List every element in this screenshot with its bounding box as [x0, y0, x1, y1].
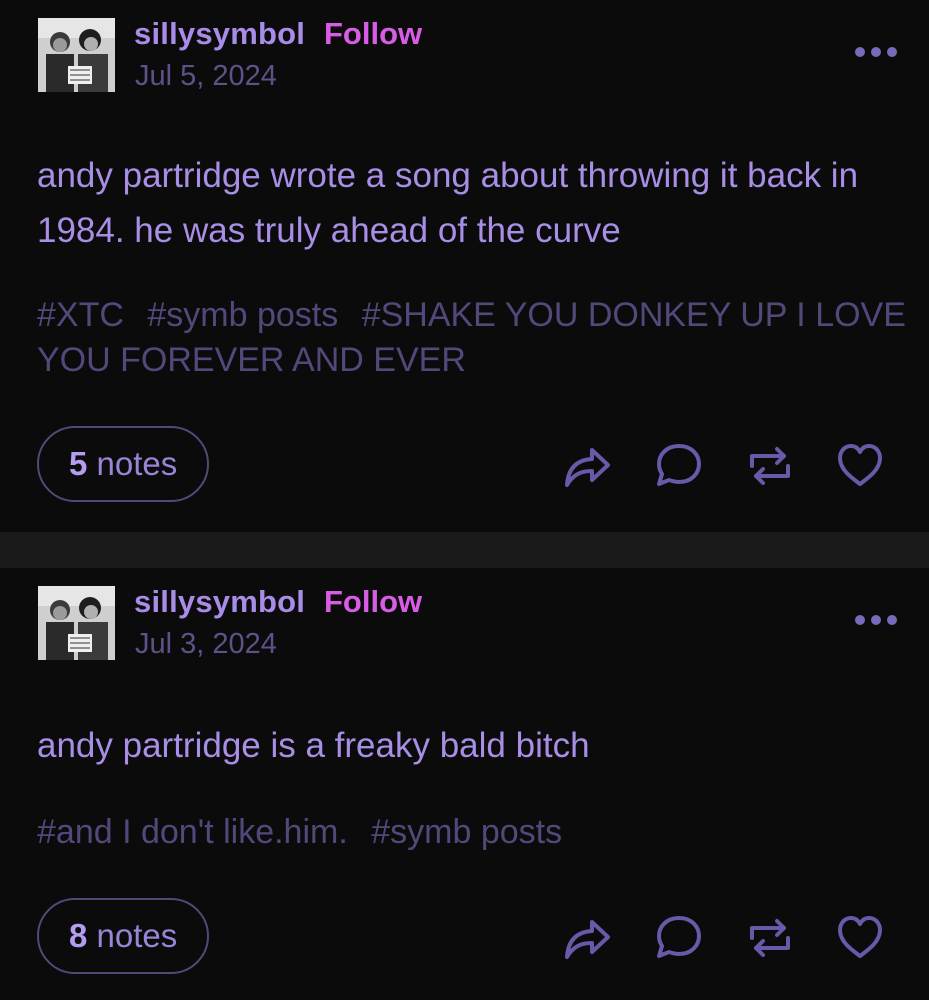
post-date: Jul 3, 2024 [135, 628, 277, 660]
reply-icon[interactable] [653, 440, 705, 492]
notes-button[interactable]: 5 notes [37, 426, 210, 502]
post-body: andy partridge is a freaky bald bitch [37, 726, 590, 765]
avatar[interactable] [38, 18, 115, 92]
notes-count: 8 [69, 917, 88, 954]
more-options-icon[interactable] [852, 44, 900, 60]
reblog-icon[interactable] [744, 440, 796, 492]
follow-button[interactable]: Follow [324, 584, 422, 620]
tag-link[interactable]: #and I don't like.him. [37, 813, 348, 851]
like-icon[interactable] [834, 440, 886, 492]
notes-count: 5 [69, 445, 88, 482]
tag-link[interactable]: #symb posts [371, 813, 562, 851]
notes-label: notes [96, 445, 178, 482]
username[interactable]: sillysymbol [134, 16, 305, 52]
avatar[interactable] [38, 586, 115, 660]
post-body: andy partridge wrote a song about throwi… [37, 156, 859, 250]
post-tags: #XTC #symb posts #SHAKE YOU DONKEY UP I … [37, 293, 907, 383]
notes-button[interactable]: 8 notes [37, 898, 210, 974]
tag-link[interactable]: #XTC [37, 296, 124, 334]
share-icon[interactable] [562, 440, 614, 492]
follow-button[interactable]: Follow [324, 16, 422, 52]
reply-icon[interactable] [653, 912, 705, 964]
username[interactable]: sillysymbol [134, 584, 305, 620]
post-card: sillysymbol Follow Jul 5, 2024 andy part… [0, 0, 929, 532]
post-tags: #and I don't like.him. #symb posts [37, 810, 907, 855]
notes-label: notes [96, 917, 178, 954]
post-separator [0, 532, 929, 568]
post-date: Jul 5, 2024 [135, 60, 277, 92]
like-icon[interactable] [834, 912, 886, 964]
reblog-icon[interactable] [744, 912, 796, 964]
post-card: sillysymbol Follow Jul 3, 2024 andy part… [0, 568, 929, 1000]
share-icon[interactable] [562, 912, 614, 964]
more-options-icon[interactable] [852, 612, 900, 628]
tag-link[interactable]: #symb posts [147, 296, 338, 334]
